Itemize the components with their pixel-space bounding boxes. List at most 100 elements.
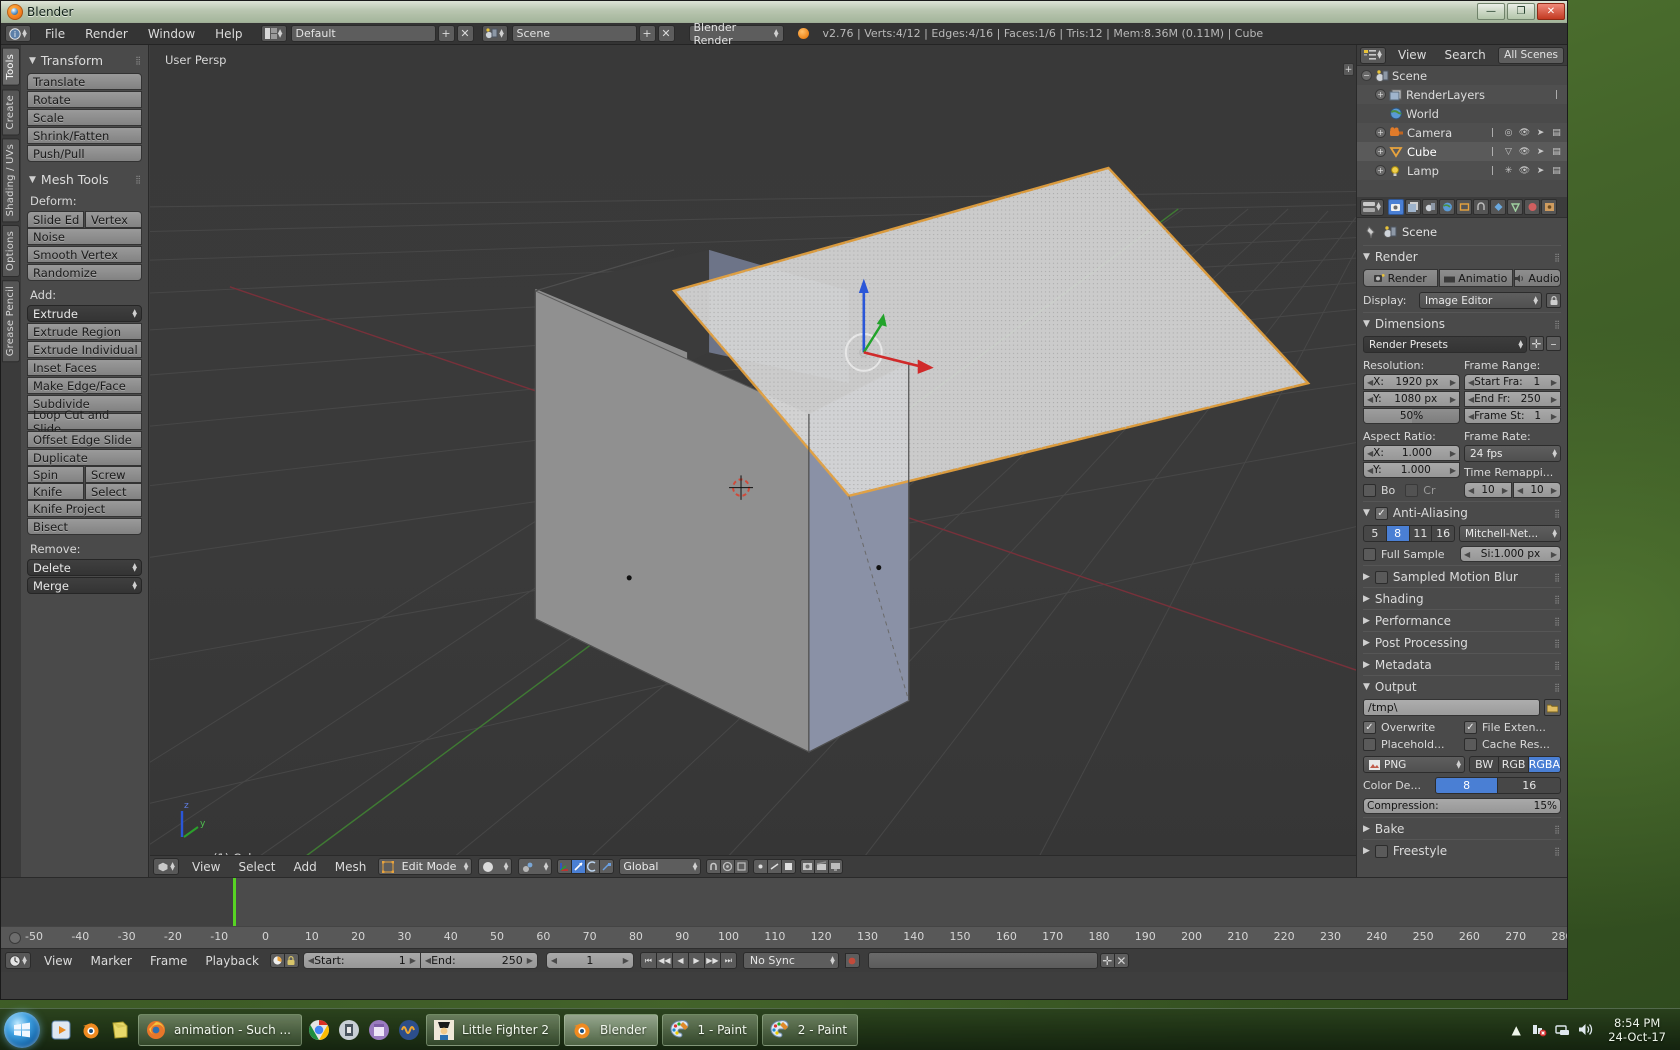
editor-type-info-button[interactable]: i ▲ ▼ [5, 25, 31, 42]
increment-arrow-icon[interactable]: ▶ [1502, 486, 1508, 495]
shading-section[interactable]: ▶ Shading ⣿ [1363, 587, 1561, 609]
make-edge-face-button[interactable]: Make Edge/Face [27, 377, 142, 394]
quicklaunch-media-player-icon[interactable] [46, 1014, 76, 1046]
play-reverse-icon[interactable]: ◀ [671, 952, 689, 969]
resolution-x-field[interactable]: ◀ X: 1920 px ▶ [1363, 374, 1460, 390]
timeline-scroll-knob[interactable] [9, 932, 21, 944]
color-mode-rgb[interactable]: RGB [1498, 756, 1529, 773]
previous-keyframe-icon[interactable]: ◀◀ [655, 952, 673, 969]
play-icon[interactable]: ▶ [687, 952, 705, 969]
properties-tab-world[interactable] [1439, 199, 1455, 215]
overwrite-checkbox-row[interactable]: ✓ Overwrite [1363, 721, 1460, 734]
outliner-row-lamp[interactable]: + Lamp | ✳ 👁 ➤ ▤ [1357, 161, 1567, 180]
aa-sample-5[interactable]: 5 [1363, 525, 1387, 542]
display-mode-selector[interactable]: Image Editor ▲ ▼ [1419, 292, 1542, 309]
manipulator-toggle-icon[interactable] [557, 859, 573, 874]
taskbar-item-little-fighter[interactable]: Little Fighter 2 [425, 1013, 560, 1046]
placeholders-checkbox[interactable] [1363, 738, 1376, 751]
expand-icon[interactable]: + [1375, 89, 1386, 100]
offset-edge-slide-button[interactable]: Offset Edge Slide [27, 431, 142, 448]
viewport-menu-mesh[interactable]: Mesh [326, 859, 376, 875]
current-frame-field[interactable]: ◀ 1 ▶ [545, 952, 634, 969]
keying-set-field[interactable] [867, 952, 1098, 969]
end-frame-field[interactable]: ◀ End Fr: 250 ▶ [1464, 391, 1561, 407]
renderable-camera-icon[interactable]: ▤ [1550, 126, 1563, 139]
outliner-row-cube[interactable]: + Cube | ▽ 👁 ➤ ▤ [1357, 142, 1567, 161]
insert-keyframe-icon[interactable]: ✛ [1099, 953, 1115, 968]
lamp-data-icon[interactable]: ✳ [1502, 164, 1515, 177]
timeline-start-field[interactable]: ◀ Start: 1 ▶ [302, 952, 421, 969]
shading-header[interactable]: ▶ Shading ⣿ [1363, 592, 1561, 606]
post-processing-header[interactable]: ▶ Post Processing ⣿ [1363, 636, 1561, 650]
taskbar-item-paint-2[interactable]: 2 - Paint [761, 1013, 859, 1046]
outliner-row-renderlayers[interactable]: + RenderLayers | [1357, 85, 1567, 104]
loop-cut-and-slide-button[interactable]: Loop Cut and Slide [27, 408, 142, 436]
visibility-eye-icon[interactable]: 👁 [1518, 145, 1531, 158]
file-format-selector[interactable]: PNG ▲ ▼ [1363, 756, 1465, 773]
increment-arrow-icon[interactable]: ▶ [1551, 395, 1557, 404]
renderable-camera-icon[interactable]: ▤ [1550, 164, 1563, 177]
add-preset-button[interactable]: ✛ [1529, 336, 1544, 351]
sampled-motion-blur-section[interactable]: ▶ Sampled Motion Blur ⣿ [1363, 565, 1561, 587]
increment-arrow-icon[interactable]: ▶ [1551, 486, 1557, 495]
motion-blur-checkbox[interactable] [1374, 570, 1388, 584]
increment-arrow-icon[interactable]: ▶ [527, 956, 533, 965]
tab-grease-pencil[interactable]: Grease Pencil [2, 280, 20, 363]
record-keyframe-icon[interactable] [844, 953, 860, 968]
render-display-icon[interactable] [828, 859, 844, 874]
full-sample-checkbox-row[interactable]: Full Sample [1363, 547, 1456, 561]
smooth-vertex-button[interactable]: Smooth Vertex [27, 246, 142, 263]
file-extensions-checkbox-row[interactable]: ✓ File Exten... [1464, 721, 1561, 734]
push-pull-button[interactable]: Push/Pull [27, 145, 142, 162]
knife-project-button[interactable]: Knife Project [27, 500, 142, 517]
performance-section[interactable]: ▶ Performance ⣿ [1363, 609, 1561, 631]
viewport-menu-select[interactable]: Select [229, 859, 284, 875]
scene-browse-button[interactable]: ▲ ▼ [481, 25, 508, 42]
noise-button[interactable]: Noise [27, 228, 142, 245]
transform-orientation-selector[interactable]: Global ▲ ▼ [619, 858, 702, 875]
properties-tab-render-layers[interactable] [1405, 199, 1421, 215]
timeline-playhead[interactable] [233, 878, 236, 926]
quicklaunch-notes-icon[interactable] [106, 1014, 136, 1046]
bisect-button[interactable]: Bisect [27, 518, 142, 535]
menu-render[interactable]: Render [75, 26, 138, 42]
freestyle-checkbox[interactable] [1374, 844, 1388, 858]
metadata-section[interactable]: ▶ Metadata ⣿ [1363, 653, 1561, 675]
aspect-x-field[interactable]: ◀ X: 1.000 ▶ [1363, 445, 1460, 461]
extrude-region-button[interactable]: Extrude Region [27, 323, 142, 340]
timeline-menu-view[interactable]: View [35, 953, 81, 969]
output-path-field[interactable]: /tmp\ [1363, 699, 1540, 716]
add-scene-button[interactable]: + [638, 25, 656, 42]
shrink-fatten-button[interactable]: Shrink/Fatten [27, 127, 142, 144]
properties-tab-material[interactable] [1524, 199, 1540, 215]
outliner-menu-view[interactable]: View [1389, 47, 1435, 63]
extrude-dropdown[interactable]: Extrude ▲ ▼ [27, 305, 142, 322]
scale-manipulator-icon[interactable] [599, 859, 615, 874]
expand-icon[interactable]: + [1375, 127, 1386, 138]
editor-type-outliner-button[interactable]: ▲ ▼ [1360, 46, 1386, 64]
increment-arrow-icon[interactable]: ▶ [1551, 550, 1557, 559]
maximize-button[interactable]: ❐ [1507, 3, 1535, 20]
increment-arrow-icon[interactable]: ▶ [410, 956, 416, 965]
occlude-geometry-icon[interactable] [734, 859, 750, 874]
viewport-canvas[interactable] [150, 45, 1356, 877]
quicklaunch-audio-icon[interactable] [334, 1014, 364, 1046]
color-mode-bw[interactable]: BW [1469, 756, 1500, 773]
quicklaunch-audacity-icon[interactable] [394, 1014, 424, 1046]
spin-button[interactable]: Spin [27, 466, 84, 483]
volume-icon[interactable] [1577, 1022, 1593, 1038]
taskbar-item-paint-1[interactable]: 1 - Paint [661, 1013, 758, 1046]
expand-icon[interactable]: + [1375, 165, 1386, 176]
vertex-slide-button[interactable]: Vertex [85, 211, 142, 228]
placeholders-checkbox-row[interactable]: Placehold... [1363, 738, 1460, 751]
remap-new-field[interactable]: ◀ 10 ▶ [1513, 482, 1561, 498]
tab-tools[interactable]: Tools [2, 48, 20, 86]
selectable-cursor-icon[interactable]: ➤ [1534, 145, 1547, 158]
remove-preset-button[interactable]: – [1546, 336, 1561, 351]
screen-layout-browse-button[interactable]: ▲ ▼ [260, 25, 287, 42]
color-mode-rgba[interactable]: RGBA [1527, 756, 1561, 773]
quicklaunch-blender-icon[interactable] [76, 1014, 106, 1046]
collapse-icon[interactable]: − [1361, 70, 1372, 81]
frame-step-field[interactable]: ◀ Frame St: 1 ▶ [1464, 408, 1561, 424]
aa-sample-8[interactable]: 8 [1385, 525, 1410, 542]
